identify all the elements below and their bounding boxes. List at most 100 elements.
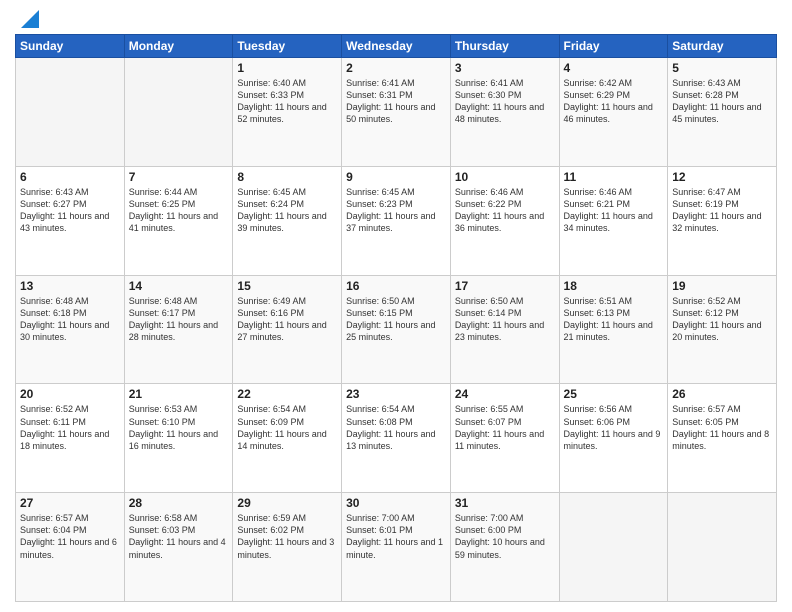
day-number: 8: [237, 170, 337, 184]
day-cell: 21 Sunrise: 6:53 AM Sunset: 6:10 PM Dayli…: [124, 384, 233, 493]
day-number: 31: [455, 496, 555, 510]
logo-triangle-icon: [21, 10, 39, 28]
day-number: 29: [237, 496, 337, 510]
day-number: 4: [564, 61, 664, 75]
day-info: Sunrise: 6:50 AM Sunset: 6:15 PM Dayligh…: [346, 295, 446, 344]
day-cell: 4 Sunrise: 6:42 AM Sunset: 6:29 PM Daylig…: [559, 58, 668, 167]
day-number: 17: [455, 279, 555, 293]
day-cell: 25 Sunrise: 6:56 AM Sunset: 6:06 PM Dayli…: [559, 384, 668, 493]
day-info: Sunrise: 6:48 AM Sunset: 6:17 PM Dayligh…: [129, 295, 229, 344]
day-cell: 12 Sunrise: 6:47 AM Sunset: 6:19 PM Dayli…: [668, 166, 777, 275]
day-number: 28: [129, 496, 229, 510]
day-info: Sunrise: 6:53 AM Sunset: 6:10 PM Dayligh…: [129, 403, 229, 452]
day-cell: 6Sunrise: 6:43 AM Sunset: 6:27 PM Daylig…: [16, 166, 125, 275]
logo: [15, 10, 39, 28]
day-info: Sunrise: 6:56 AM Sunset: 6:06 PM Dayligh…: [564, 403, 664, 452]
week-row-1: 1 Sunrise: 6:40 AM Sunset: 6:33 PM Daylig…: [16, 58, 777, 167]
day-number: 6: [20, 170, 120, 184]
day-info: Sunrise: 6:42 AM Sunset: 6:29 PM Dayligh…: [564, 77, 664, 126]
week-row-5: 27 Sunrise: 6:57 AM Sunset: 6:04 PM Dayli…: [16, 493, 777, 602]
day-info: Sunrise: 6:55 AM Sunset: 6:07 PM Dayligh…: [455, 403, 555, 452]
day-cell: 7Sunrise: 6:44 AM Sunset: 6:25 PM Daylig…: [124, 166, 233, 275]
day-info: Sunrise: 6:48 AM Sunset: 6:18 PM Dayligh…: [20, 295, 120, 344]
day-number: 5: [672, 61, 772, 75]
day-info: Sunrise: 6:58 AM Sunset: 6:03 PM Dayligh…: [129, 512, 229, 561]
day-number: 23: [346, 387, 446, 401]
day-cell: 1 Sunrise: 6:40 AM Sunset: 6:33 PM Daylig…: [233, 58, 342, 167]
day-number: 13: [20, 279, 120, 293]
day-info: Sunrise: 6:59 AM Sunset: 6:02 PM Dayligh…: [237, 512, 337, 561]
day-number: 25: [564, 387, 664, 401]
day-cell: 29 Sunrise: 6:59 AM Sunset: 6:02 PM Dayli…: [233, 493, 342, 602]
day-cell: [668, 493, 777, 602]
day-info: Sunrise: 6:44 AM Sunset: 6:25 PM Dayligh…: [129, 186, 229, 235]
day-info: Sunrise: 6:57 AM Sunset: 6:04 PM Dayligh…: [20, 512, 120, 561]
header-row: SundayMondayTuesdayWednesdayThursdayFrid…: [16, 35, 777, 58]
day-cell: 22Sunrise: 6:54 AM Sunset: 6:09 PM Dayli…: [233, 384, 342, 493]
day-info: Sunrise: 6:47 AM Sunset: 6:19 PM Dayligh…: [672, 186, 772, 235]
day-header-friday: Friday: [559, 35, 668, 58]
day-number: 9: [346, 170, 446, 184]
day-info: Sunrise: 6:50 AM Sunset: 6:14 PM Dayligh…: [455, 295, 555, 344]
day-info: Sunrise: 6:52 AM Sunset: 6:11 PM Dayligh…: [20, 403, 120, 452]
day-number: 14: [129, 279, 229, 293]
day-number: 2: [346, 61, 446, 75]
day-number: 21: [129, 387, 229, 401]
day-cell: 19 Sunrise: 6:52 AM Sunset: 6:12 PM Dayli…: [668, 275, 777, 384]
day-cell: 26 Sunrise: 6:57 AM Sunset: 6:05 PM Dayli…: [668, 384, 777, 493]
day-number: 26: [672, 387, 772, 401]
day-cell: 11Sunrise: 6:46 AM Sunset: 6:21 PM Dayli…: [559, 166, 668, 275]
day-cell: 20 Sunrise: 6:52 AM Sunset: 6:11 PM Dayli…: [16, 384, 125, 493]
day-cell: 30 Sunrise: 7:00 AM Sunset: 6:01 PM Dayli…: [342, 493, 451, 602]
day-header-sunday: Sunday: [16, 35, 125, 58]
day-info: Sunrise: 6:45 AM Sunset: 6:24 PM Dayligh…: [237, 186, 337, 235]
day-cell: 10 Sunrise: 6:46 AM Sunset: 6:22 PM Dayli…: [450, 166, 559, 275]
day-info: Sunrise: 6:41 AM Sunset: 6:31 PM Dayligh…: [346, 77, 446, 126]
day-cell: 27 Sunrise: 6:57 AM Sunset: 6:04 PM Dayli…: [16, 493, 125, 602]
day-number: 19: [672, 279, 772, 293]
day-info: Sunrise: 7:00 AM Sunset: 6:01 PM Dayligh…: [346, 512, 446, 561]
day-info: Sunrise: 6:52 AM Sunset: 6:12 PM Dayligh…: [672, 295, 772, 344]
day-info: Sunrise: 6:57 AM Sunset: 6:05 PM Dayligh…: [672, 403, 772, 452]
day-cell: 9 Sunrise: 6:45 AM Sunset: 6:23 PM Daylig…: [342, 166, 451, 275]
day-header-thursday: Thursday: [450, 35, 559, 58]
day-number: 12: [672, 170, 772, 184]
day-info: Sunrise: 6:45 AM Sunset: 6:23 PM Dayligh…: [346, 186, 446, 235]
day-cell: 3Sunrise: 6:41 AM Sunset: 6:30 PM Daylig…: [450, 58, 559, 167]
week-row-4: 20 Sunrise: 6:52 AM Sunset: 6:11 PM Dayli…: [16, 384, 777, 493]
day-cell: 2 Sunrise: 6:41 AM Sunset: 6:31 PM Daylig…: [342, 58, 451, 167]
day-info: Sunrise: 7:00 AM Sunset: 6:00 PM Dayligh…: [455, 512, 555, 561]
week-row-3: 13 Sunrise: 6:48 AM Sunset: 6:18 PM Dayli…: [16, 275, 777, 384]
day-info: Sunrise: 6:49 AM Sunset: 6:16 PM Dayligh…: [237, 295, 337, 344]
page: SundayMondayTuesdayWednesdayThursdayFrid…: [0, 0, 792, 612]
day-number: 24: [455, 387, 555, 401]
week-row-2: 6Sunrise: 6:43 AM Sunset: 6:27 PM Daylig…: [16, 166, 777, 275]
day-cell: 18 Sunrise: 6:51 AM Sunset: 6:13 PM Dayli…: [559, 275, 668, 384]
day-cell: 17 Sunrise: 6:50 AM Sunset: 6:14 PM Dayli…: [450, 275, 559, 384]
day-cell: 24 Sunrise: 6:55 AM Sunset: 6:07 PM Dayli…: [450, 384, 559, 493]
header: [15, 10, 777, 28]
day-number: 16: [346, 279, 446, 293]
day-cell: 31 Sunrise: 7:00 AM Sunset: 6:00 PM Dayli…: [450, 493, 559, 602]
day-info: Sunrise: 6:46 AM Sunset: 6:21 PM Dayligh…: [564, 186, 664, 235]
day-number: 18: [564, 279, 664, 293]
day-cell: 14 Sunrise: 6:48 AM Sunset: 6:17 PM Dayli…: [124, 275, 233, 384]
day-number: 15: [237, 279, 337, 293]
day-cell: [124, 58, 233, 167]
day-cell: 15 Sunrise: 6:49 AM Sunset: 6:16 PM Dayli…: [233, 275, 342, 384]
day-info: Sunrise: 6:51 AM Sunset: 6:13 PM Dayligh…: [564, 295, 664, 344]
logo-icon: [15, 10, 39, 28]
day-info: Sunrise: 6:54 AM Sunset: 6:08 PM Dayligh…: [346, 403, 446, 452]
day-number: 1: [237, 61, 337, 75]
day-cell: 13 Sunrise: 6:48 AM Sunset: 6:18 PM Dayli…: [16, 275, 125, 384]
day-number: 30: [346, 496, 446, 510]
day-number: 20: [20, 387, 120, 401]
day-info: Sunrise: 6:54 AM Sunset: 6:09 PM Dayligh…: [237, 403, 337, 452]
day-info: Sunrise: 6:46 AM Sunset: 6:22 PM Dayligh…: [455, 186, 555, 235]
day-number: 10: [455, 170, 555, 184]
day-header-tuesday: Tuesday: [233, 35, 342, 58]
day-cell: 5Sunrise: 6:43 AM Sunset: 6:28 PM Daylig…: [668, 58, 777, 167]
day-cell: [16, 58, 125, 167]
day-number: 27: [20, 496, 120, 510]
day-info: Sunrise: 6:40 AM Sunset: 6:33 PM Dayligh…: [237, 77, 337, 126]
